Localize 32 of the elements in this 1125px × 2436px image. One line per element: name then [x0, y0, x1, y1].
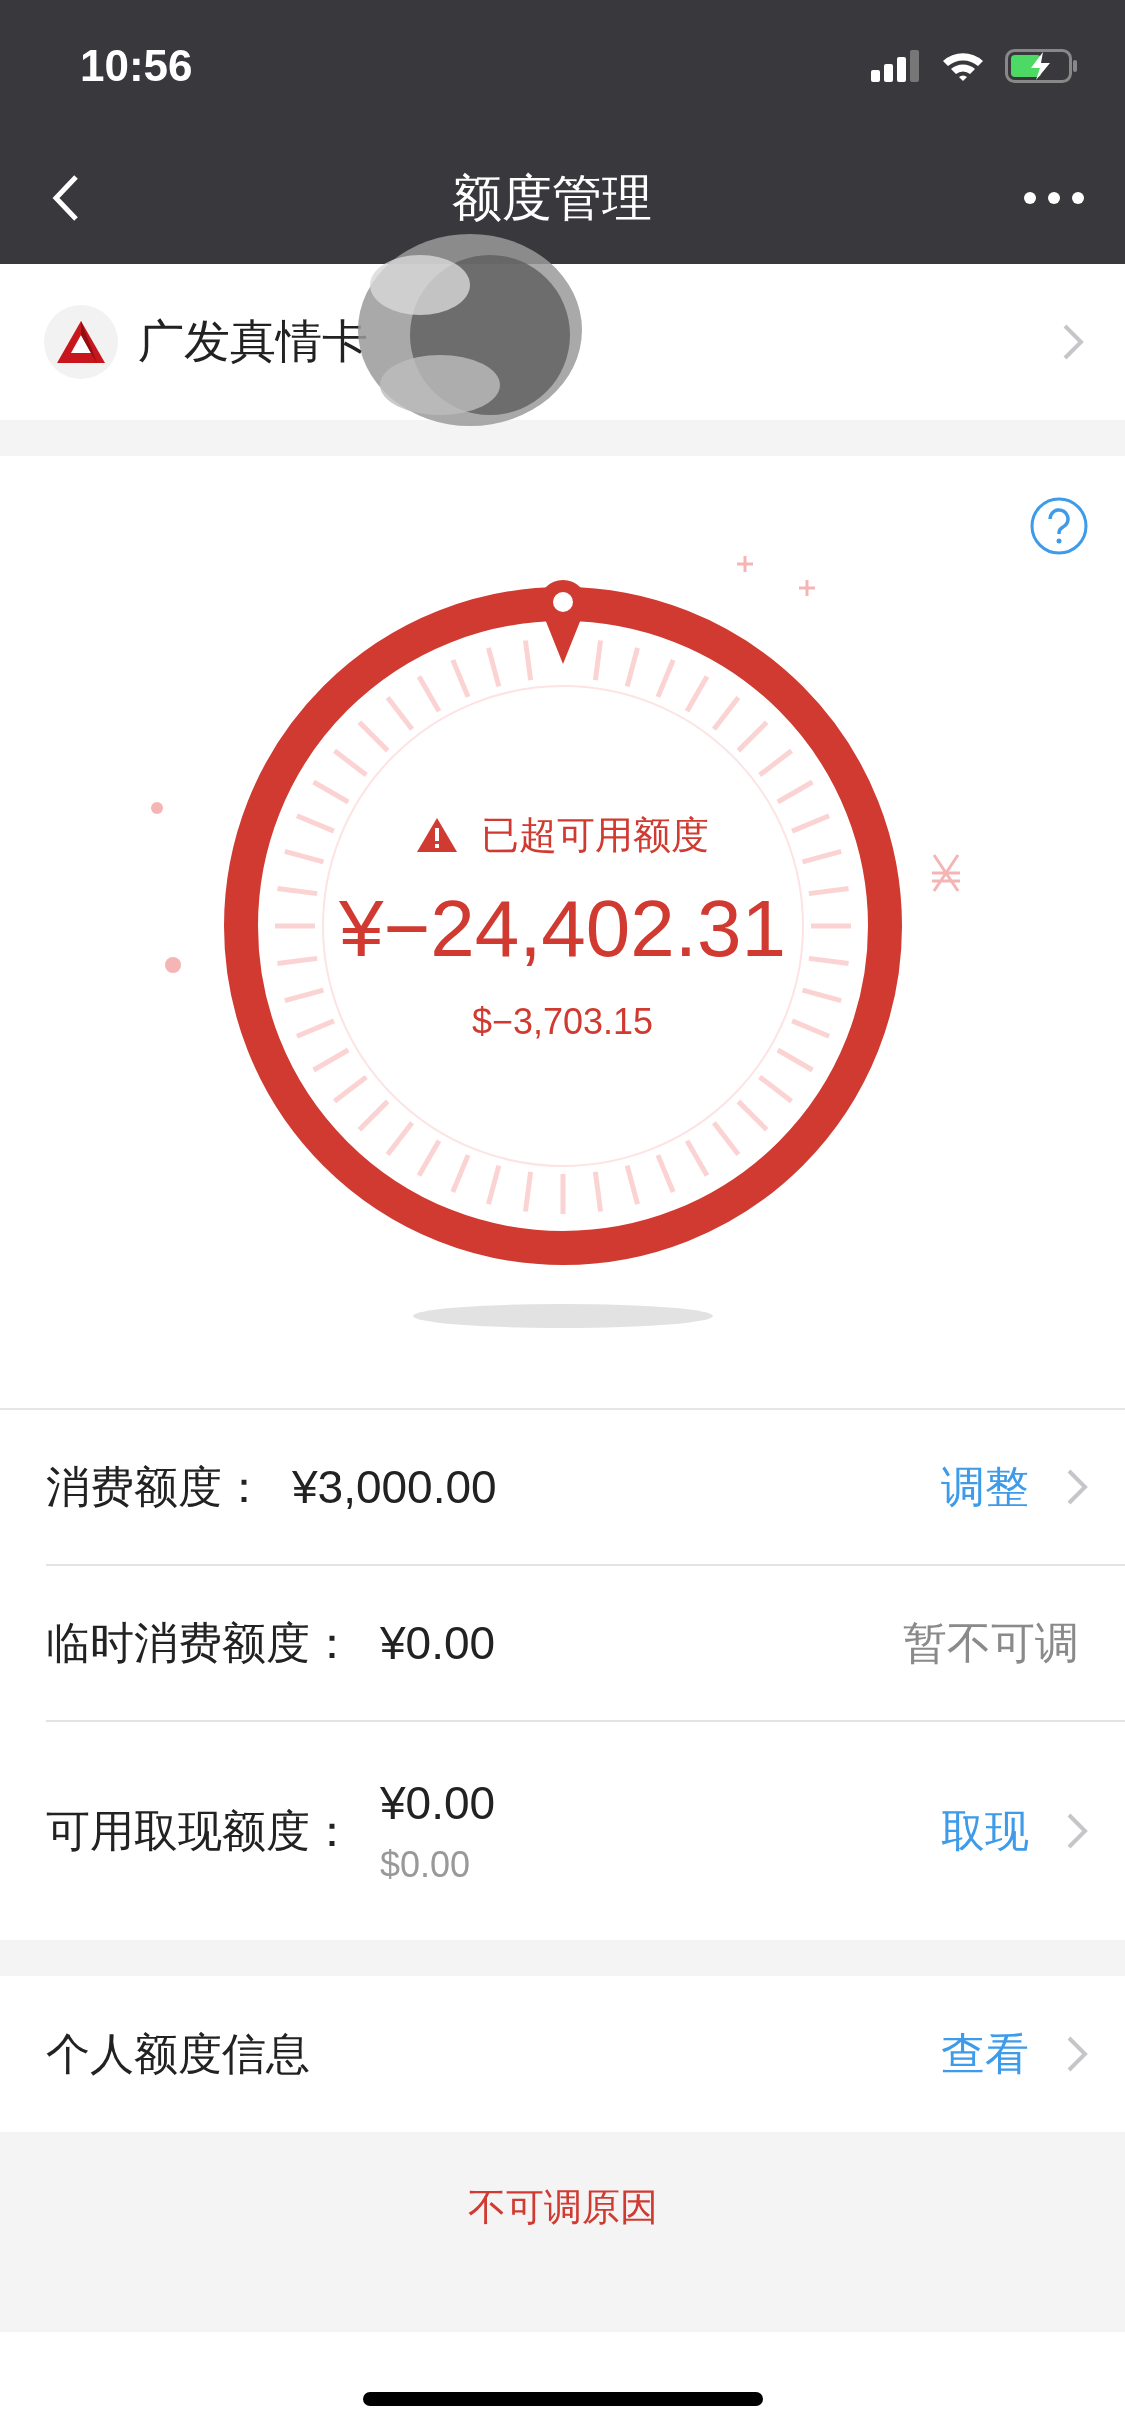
dot-icon — [150, 801, 164, 815]
limit-status: 暂不可调 — [903, 1615, 1079, 1670]
back-button[interactable] — [50, 173, 80, 223]
limit-value: ¥0.00 — [380, 1776, 497, 1830]
dot-icon — [164, 956, 182, 974]
wifi-icon — [941, 50, 985, 82]
status-time: 10:56 — [80, 41, 193, 91]
over-limit-status: 已超可用额度 — [480, 811, 709, 859]
limit-value: ¥0.00 — [380, 1616, 497, 1670]
signal-icon — [871, 50, 921, 82]
limit-action-link[interactable]: 调整 — [941, 1457, 1029, 1517]
battery-charging-icon — [1005, 49, 1079, 83]
chevron-right-icon — [1065, 2034, 1089, 2074]
chevron-right-icon — [1065, 1467, 1089, 1507]
reason-link[interactable]: 不可调原因 — [467, 2182, 658, 2233]
balance-amount: ¥−24,402.31 — [338, 882, 787, 975]
chevron-right-icon — [1061, 322, 1085, 362]
view-link[interactable]: 查看 — [941, 2024, 1029, 2084]
more-button[interactable] — [1023, 191, 1085, 205]
warning-icon — [416, 818, 457, 852]
limit-label: 可用取现额度： — [46, 1803, 354, 1858]
limit-action-link[interactable]: 取现 — [941, 1801, 1029, 1861]
balance-amount-usd: $−3,703.15 — [471, 1000, 654, 1043]
limit-value: ¥3,000.00 — [292, 1460, 498, 1514]
chevron-right-icon — [1065, 1811, 1089, 1851]
card-name: 广发真情卡 — [138, 313, 369, 370]
limit-label: 消费额度： — [46, 1459, 266, 1514]
info-label: 个人额度信息 — [46, 2026, 311, 2081]
limit-label: 临时消费额度： — [46, 1615, 354, 1670]
help-icon[interactable] — [1029, 496, 1089, 556]
limit-value-usd: $0.00 — [380, 1844, 472, 1886]
page-title: 额度管理 — [451, 167, 652, 229]
